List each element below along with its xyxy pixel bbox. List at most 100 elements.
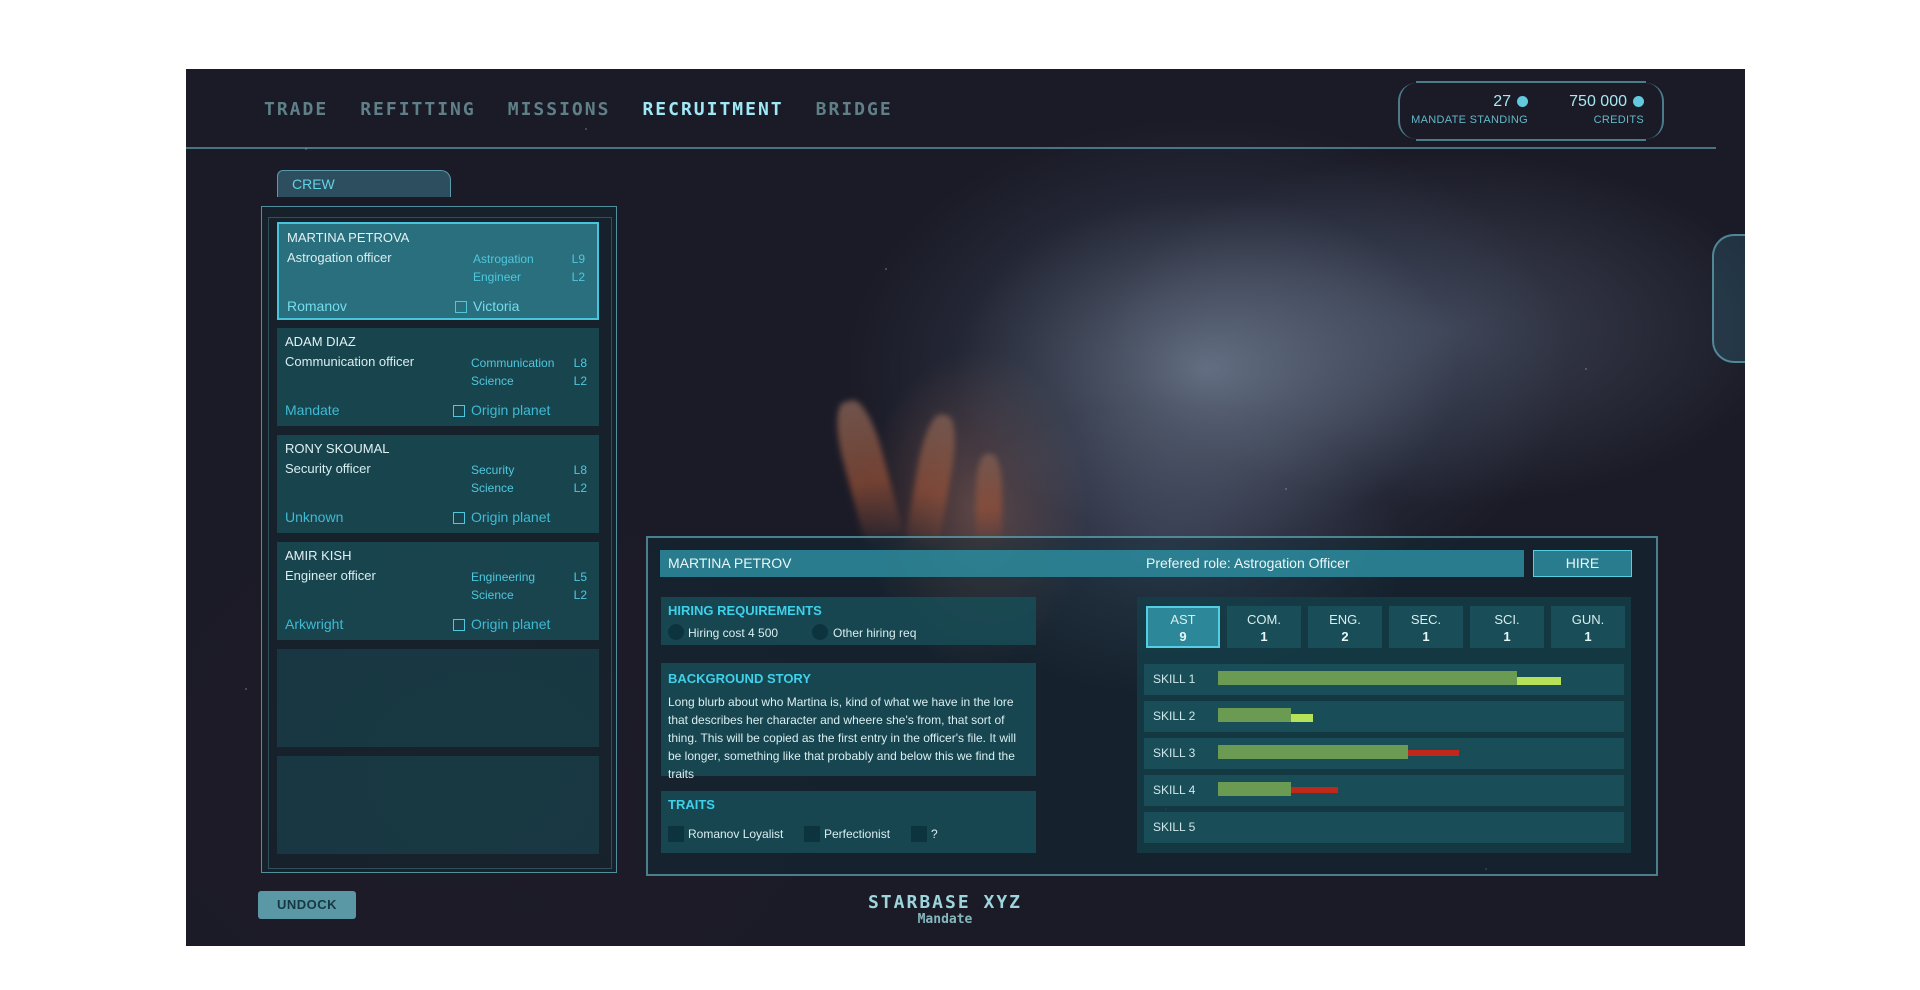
crew-role: Security officer [285, 461, 371, 476]
crew-skill: Science [471, 374, 514, 388]
preferred-role: Prefered role: Astrogation Officer [1146, 555, 1350, 571]
skill-base-bar [1218, 782, 1291, 796]
nav-divider [186, 147, 1716, 149]
crew-card-martina-petrova[interactable]: MARTINA PETROVA Astrogation officer Astr… [277, 222, 599, 320]
mandate-standing-value: 27 [1493, 93, 1511, 110]
recruit-name: MARTINA PETROV [668, 555, 792, 571]
skill-base-bar [1218, 745, 1408, 759]
stat-name: SCI. [1494, 612, 1520, 627]
skill-decrease-bar [1408, 750, 1459, 756]
crew-name: MARTINA PETROVA [287, 230, 410, 245]
crew-tab-label: CREW [292, 176, 335, 192]
tab-refitting[interactable]: REFITTING [360, 99, 476, 120]
background-story-text: Long blurb about who Martina is, kind of… [668, 695, 1016, 781]
crew-origin: Origin planet [471, 402, 551, 418]
crew-card-amir-kish[interactable]: AMIR KISH Engineer officer Engineering L… [277, 542, 599, 640]
crew-faction: Mandate [285, 402, 340, 418]
skill-increase-bar [1291, 714, 1313, 722]
origin-checkbox[interactable] [453, 512, 465, 524]
crew-role: Engineer officer [285, 568, 376, 583]
crew-skill: Security [471, 463, 515, 477]
hire-button[interactable]: HIRE [1533, 550, 1632, 577]
crew-skill-level: L2 [573, 588, 587, 602]
crew-faction: Romanov [287, 298, 347, 314]
crew-skill-level: L5 [573, 570, 587, 584]
crew-skill-level: L8 [573, 356, 587, 370]
crew-card-adam-diaz[interactable]: ADAM DIAZ Communication officer Communic… [277, 328, 599, 426]
background-story-title: BACKGROUND STORY [668, 671, 812, 686]
stat-value: 2 [1341, 629, 1349, 644]
traits-title: TRAITS [668, 797, 715, 812]
origin-checkbox[interactable] [453, 405, 465, 417]
tab-recruitment[interactable]: RECRUITMENT [642, 99, 783, 120]
stat-name: AST [1170, 612, 1196, 627]
recruit-header: MARTINA PETROV Prefered role: Astrogatio… [660, 550, 1524, 577]
top-nav: TRADE REFITTING MISSIONS RECRUITMENT BRI… [264, 99, 893, 120]
crew-card-rony-skoumal[interactable]: RONY SKOUMAL Security officer Security L… [277, 435, 599, 533]
stat-value: 1 [1260, 629, 1268, 644]
trait-icon [804, 826, 820, 842]
skill-decrease-bar [1291, 787, 1338, 793]
requirement-text: Hiring cost 4 500 [688, 626, 779, 640]
stat-name: COM. [1247, 612, 1281, 627]
stat-value: 1 [1584, 629, 1592, 644]
background-story-box: BACKGROUND STORY Long blurb about who Ma… [661, 663, 1036, 781]
credits-value: 750 000 [1569, 93, 1627, 110]
nebula-pillar-3 [976, 454, 1002, 544]
crew-tab[interactable]: CREW [277, 170, 451, 197]
skill-label: SKILL 2 [1153, 709, 1196, 723]
crew-origin: Origin planet [471, 509, 551, 525]
stat-eng[interactable]: ENG. 2 [1308, 606, 1382, 648]
origin-checkbox[interactable] [455, 301, 467, 313]
crew-origin: Victoria [473, 298, 520, 314]
stat-sec[interactable]: SEC. 1 [1389, 606, 1463, 648]
side-panel-handle[interactable] [1712, 234, 1745, 363]
skill-row: SKILL 1 [1144, 664, 1624, 695]
skill-row: SKILL 4 [1144, 775, 1624, 806]
crew-skill: Science [471, 588, 514, 602]
stat-ast[interactable]: AST 9 [1146, 606, 1220, 648]
stat-name: SEC. [1410, 612, 1442, 627]
crew-name: RONY SKOUMAL [285, 441, 390, 456]
stat-name: GUN. [1571, 612, 1605, 627]
standing-icon [1517, 96, 1528, 107]
traits-box: TRAITS Romanov Loyalist Perfectionist ? [661, 791, 1036, 853]
tab-trade[interactable]: TRADE [264, 99, 328, 120]
station-name: STARBASE XYZ [867, 892, 1023, 913]
crew-faction: Unknown [285, 509, 344, 525]
resources-display: 27 MANDATE STANDING 750 000 CREDITS [1398, 81, 1664, 141]
tab-bridge[interactable]: BRIDGE [816, 99, 893, 120]
trait-label: ? [931, 827, 938, 841]
hiring-requirements-box: HIRING REQUIREMENTS Hiring cost 4 500 Ot… [661, 597, 1036, 645]
empty-crew-slot [277, 756, 599, 854]
credits-label: CREDITS [1593, 114, 1644, 126]
crew-role: Astrogation officer [287, 250, 392, 265]
skill-base-bar [1218, 708, 1291, 722]
crew-origin: Origin planet [471, 616, 551, 632]
crew-faction: Arkwright [285, 616, 344, 632]
crew-skill-level: L2 [573, 481, 587, 495]
trait-label: Romanov Loyalist [688, 827, 784, 841]
origin-checkbox[interactable] [453, 619, 465, 631]
stat-value: 1 [1503, 629, 1511, 644]
crew-skill: Science [471, 481, 514, 495]
requirement-status-icon [812, 624, 828, 640]
station-faction: Mandate [917, 912, 973, 927]
crew-skill: Engineer [473, 270, 522, 284]
stat-gun[interactable]: GUN. 1 [1551, 606, 1625, 648]
skill-label: SKILL 1 [1153, 672, 1196, 686]
skill-base-bar [1218, 671, 1517, 685]
credits: 750 000 CREDITS [1569, 93, 1644, 126]
crew-skill: Astrogation [473, 252, 534, 266]
skill-label: SKILL 5 [1153, 820, 1196, 834]
stat-com[interactable]: COM. 1 [1227, 606, 1301, 648]
mandate-standing-label: MANDATE STANDING [1411, 114, 1528, 126]
stat-sci[interactable]: SCI. 1 [1470, 606, 1544, 648]
empty-crew-slot [277, 649, 599, 747]
crew-role: Communication officer [285, 354, 415, 369]
undock-button[interactable]: UNDOCK [258, 891, 356, 919]
tab-missions[interactable]: MISSIONS [508, 99, 611, 120]
skill-label: SKILL 3 [1153, 746, 1196, 760]
trait-icon [668, 826, 684, 842]
crew-skill: Communication [471, 356, 555, 370]
